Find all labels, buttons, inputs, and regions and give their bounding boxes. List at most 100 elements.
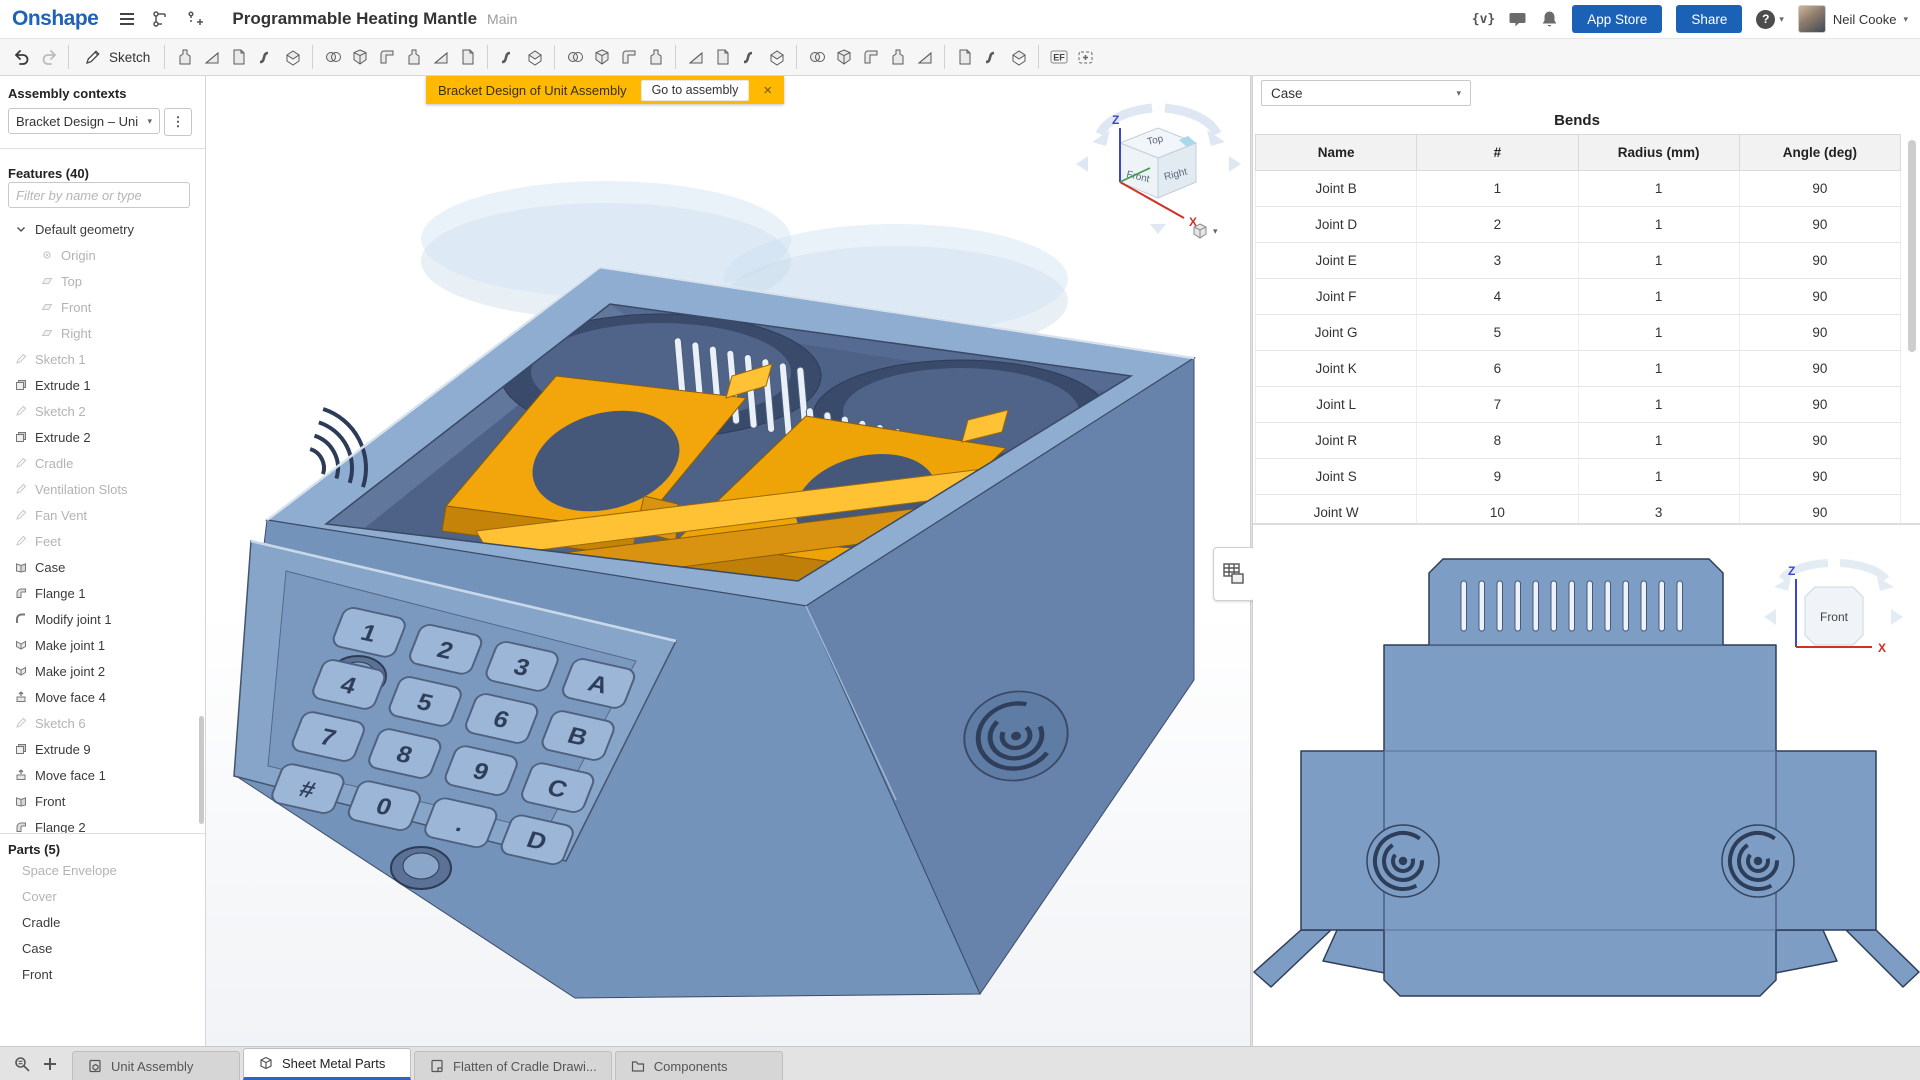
- flat-pattern-viewport[interactable]: Front Z X: [1253, 525, 1920, 1046]
- draft-tool-button[interactable]: [373, 43, 400, 71]
- thicken-tool-button[interactable]: [279, 43, 306, 71]
- sheet-metal-model-tool-button[interactable]: [951, 43, 978, 71]
- bends-scrollbar[interactable]: [1908, 140, 1916, 352]
- extrude-tool-button[interactable]: [171, 43, 198, 71]
- pan-right-arrow[interactable]: [1891, 609, 1903, 625]
- bend-row[interactable]: Joint W10390: [1256, 495, 1901, 524]
- heating-mantle-3d-model[interactable]: 123A456B789C#0.D: [234, 181, 1194, 998]
- bend-row[interactable]: Joint G5190: [1256, 315, 1901, 351]
- view-cube[interactable]: Top Front Right Z X: [1066, 84, 1250, 244]
- flange-tool-button[interactable]: [978, 43, 1005, 71]
- user-menu[interactable]: Neil Cooke ▾: [1798, 5, 1908, 33]
- flat-leg[interactable]: [1254, 930, 1331, 987]
- bend-row[interactable]: Joint L7190: [1256, 387, 1901, 423]
- helix-tool-button[interactable]: [830, 43, 857, 71]
- view-options-menu[interactable]: ▾: [1191, 222, 1218, 240]
- help-menu[interactable]: ? ▾: [1756, 10, 1784, 29]
- sketch-button[interactable]: Sketch: [75, 43, 158, 71]
- feature-item[interactable]: Cradle: [0, 450, 199, 476]
- undo-tool-button[interactable]: [8, 43, 35, 71]
- boolean-tool-button[interactable]: [561, 43, 588, 71]
- feature-item[interactable]: Feet: [0, 528, 199, 554]
- part-item[interactable]: Space Envelope: [0, 857, 205, 883]
- bend-row[interactable]: Joint F4190: [1256, 279, 1901, 315]
- version-history-icon[interactable]: [148, 6, 174, 32]
- notifications-icon[interactable]: [1541, 10, 1558, 28]
- feature-item[interactable]: Sketch 6: [0, 710, 199, 736]
- plane-tool-button[interactable]: [803, 43, 830, 71]
- document-tab-flatten-of-cradle-drawi[interactable]: Flatten of Cradle Drawi...: [414, 1051, 612, 1080]
- control-knob[interactable]: [391, 847, 451, 889]
- delete-part-tool-button[interactable]: [642, 43, 669, 71]
- bend-row[interactable]: Joint D2190: [1256, 207, 1901, 243]
- feature-item[interactable]: Flange 2: [0, 814, 199, 833]
- help-icon[interactable]: ?: [1756, 10, 1775, 29]
- part-select-dropdown[interactable]: Case ▾: [1261, 80, 1471, 106]
- share-button[interactable]: Share: [1676, 5, 1742, 33]
- feature-item[interactable]: Move face 1: [0, 762, 199, 788]
- redo-tool-button[interactable]: [35, 43, 62, 71]
- app-store-button[interactable]: App Store: [1572, 5, 1662, 33]
- menu-icon[interactable]: [114, 6, 140, 32]
- bend-row[interactable]: Joint K6190: [1256, 351, 1901, 387]
- view-cube-front-label[interactable]: Front: [1820, 610, 1849, 624]
- fillet-tool-button[interactable]: [319, 43, 346, 71]
- feature-item[interactable]: Sketch 2: [0, 398, 199, 424]
- chamfer-tool-button[interactable]: [346, 43, 373, 71]
- workspace-name[interactable]: Main: [487, 11, 517, 27]
- variable-tool-button[interactable]: [911, 43, 938, 71]
- feature-item[interactable]: Make joint 2: [0, 658, 199, 684]
- feature-item[interactable]: Origin: [0, 242, 199, 268]
- insert-feature-tool-button[interactable]: [1072, 43, 1099, 71]
- onshape-logo[interactable]: Onshape: [12, 7, 98, 31]
- offset-surface-tool-button[interactable]: [736, 43, 763, 71]
- feature-item[interactable]: Modify joint 1: [0, 606, 199, 632]
- sweep-tool-button[interactable]: [225, 43, 252, 71]
- feature-item[interactable]: Default geometry: [0, 216, 199, 242]
- bend-tool-button[interactable]: [1005, 43, 1032, 71]
- part-item[interactable]: Front: [0, 961, 205, 987]
- circular-pattern-tool-button[interactable]: [521, 43, 548, 71]
- assembly-context-dropdown[interactable]: Bracket Design – Uni ▾: [8, 108, 160, 134]
- feature-item[interactable]: Sketch 1: [0, 346, 199, 372]
- rotate-right-arrow[interactable]: [1165, 108, 1217, 134]
- feature-tree-scrollbar[interactable]: [199, 716, 204, 824]
- pan-down-arrow[interactable]: [1150, 224, 1166, 234]
- avatar[interactable]: [1798, 5, 1826, 33]
- rotate-right-arrow[interactable]: [1840, 563, 1886, 579]
- move-face-tool-button[interactable]: [709, 43, 736, 71]
- custom-feature-ef-tool-button[interactable]: EF: [1045, 43, 1072, 71]
- document-tab-sheet-metal-parts[interactable]: Sheet Metal Parts: [243, 1048, 411, 1080]
- feature-item[interactable]: Front: [0, 294, 199, 320]
- feature-item[interactable]: Case: [0, 554, 199, 580]
- feature-item[interactable]: Right: [0, 320, 199, 346]
- enclose-tool-button[interactable]: [763, 43, 790, 71]
- feature-item[interactable]: Extrude 9: [0, 736, 199, 762]
- flat-body[interactable]: [1384, 645, 1776, 996]
- rib-tool-button[interactable]: [400, 43, 427, 71]
- pan-left-arrow[interactable]: [1076, 156, 1088, 172]
- loft-tool-button[interactable]: [252, 43, 279, 71]
- feature-item[interactable]: Flange 1: [0, 580, 199, 606]
- part-item[interactable]: Cover: [0, 883, 205, 909]
- feature-item[interactable]: Top: [0, 268, 199, 294]
- shell-tool-button[interactable]: [427, 43, 454, 71]
- view-cube[interactable]: Front Z X: [1758, 545, 1908, 680]
- hole-tool-button[interactable]: [454, 43, 481, 71]
- feature-filter-input[interactable]: [8, 182, 190, 208]
- revolve-tool-button[interactable]: [198, 43, 225, 71]
- document-tab-unit-assembly[interactable]: Unit Assembly: [72, 1051, 240, 1080]
- feature-item[interactable]: Ventilation Slots: [0, 476, 199, 502]
- create-version-icon[interactable]: [182, 6, 208, 32]
- pan-left-arrow[interactable]: [1764, 609, 1776, 625]
- feature-item[interactable]: Extrude 1: [0, 372, 199, 398]
- rotate-left-arrow[interactable]: [1100, 108, 1152, 134]
- bend-row[interactable]: Joint E3190: [1256, 243, 1901, 279]
- flat-leg[interactable]: [1846, 930, 1919, 987]
- derived-tool-button[interactable]: [884, 43, 911, 71]
- graphics-viewport[interactable]: 123A456B789C#0.D: [206, 76, 1250, 1046]
- mass-properties-tool-button[interactable]: [857, 43, 884, 71]
- mirror-tool-button[interactable]: [615, 43, 642, 71]
- document-tab-components[interactable]: Components: [615, 1051, 783, 1080]
- split-tool-button[interactable]: [588, 43, 615, 71]
